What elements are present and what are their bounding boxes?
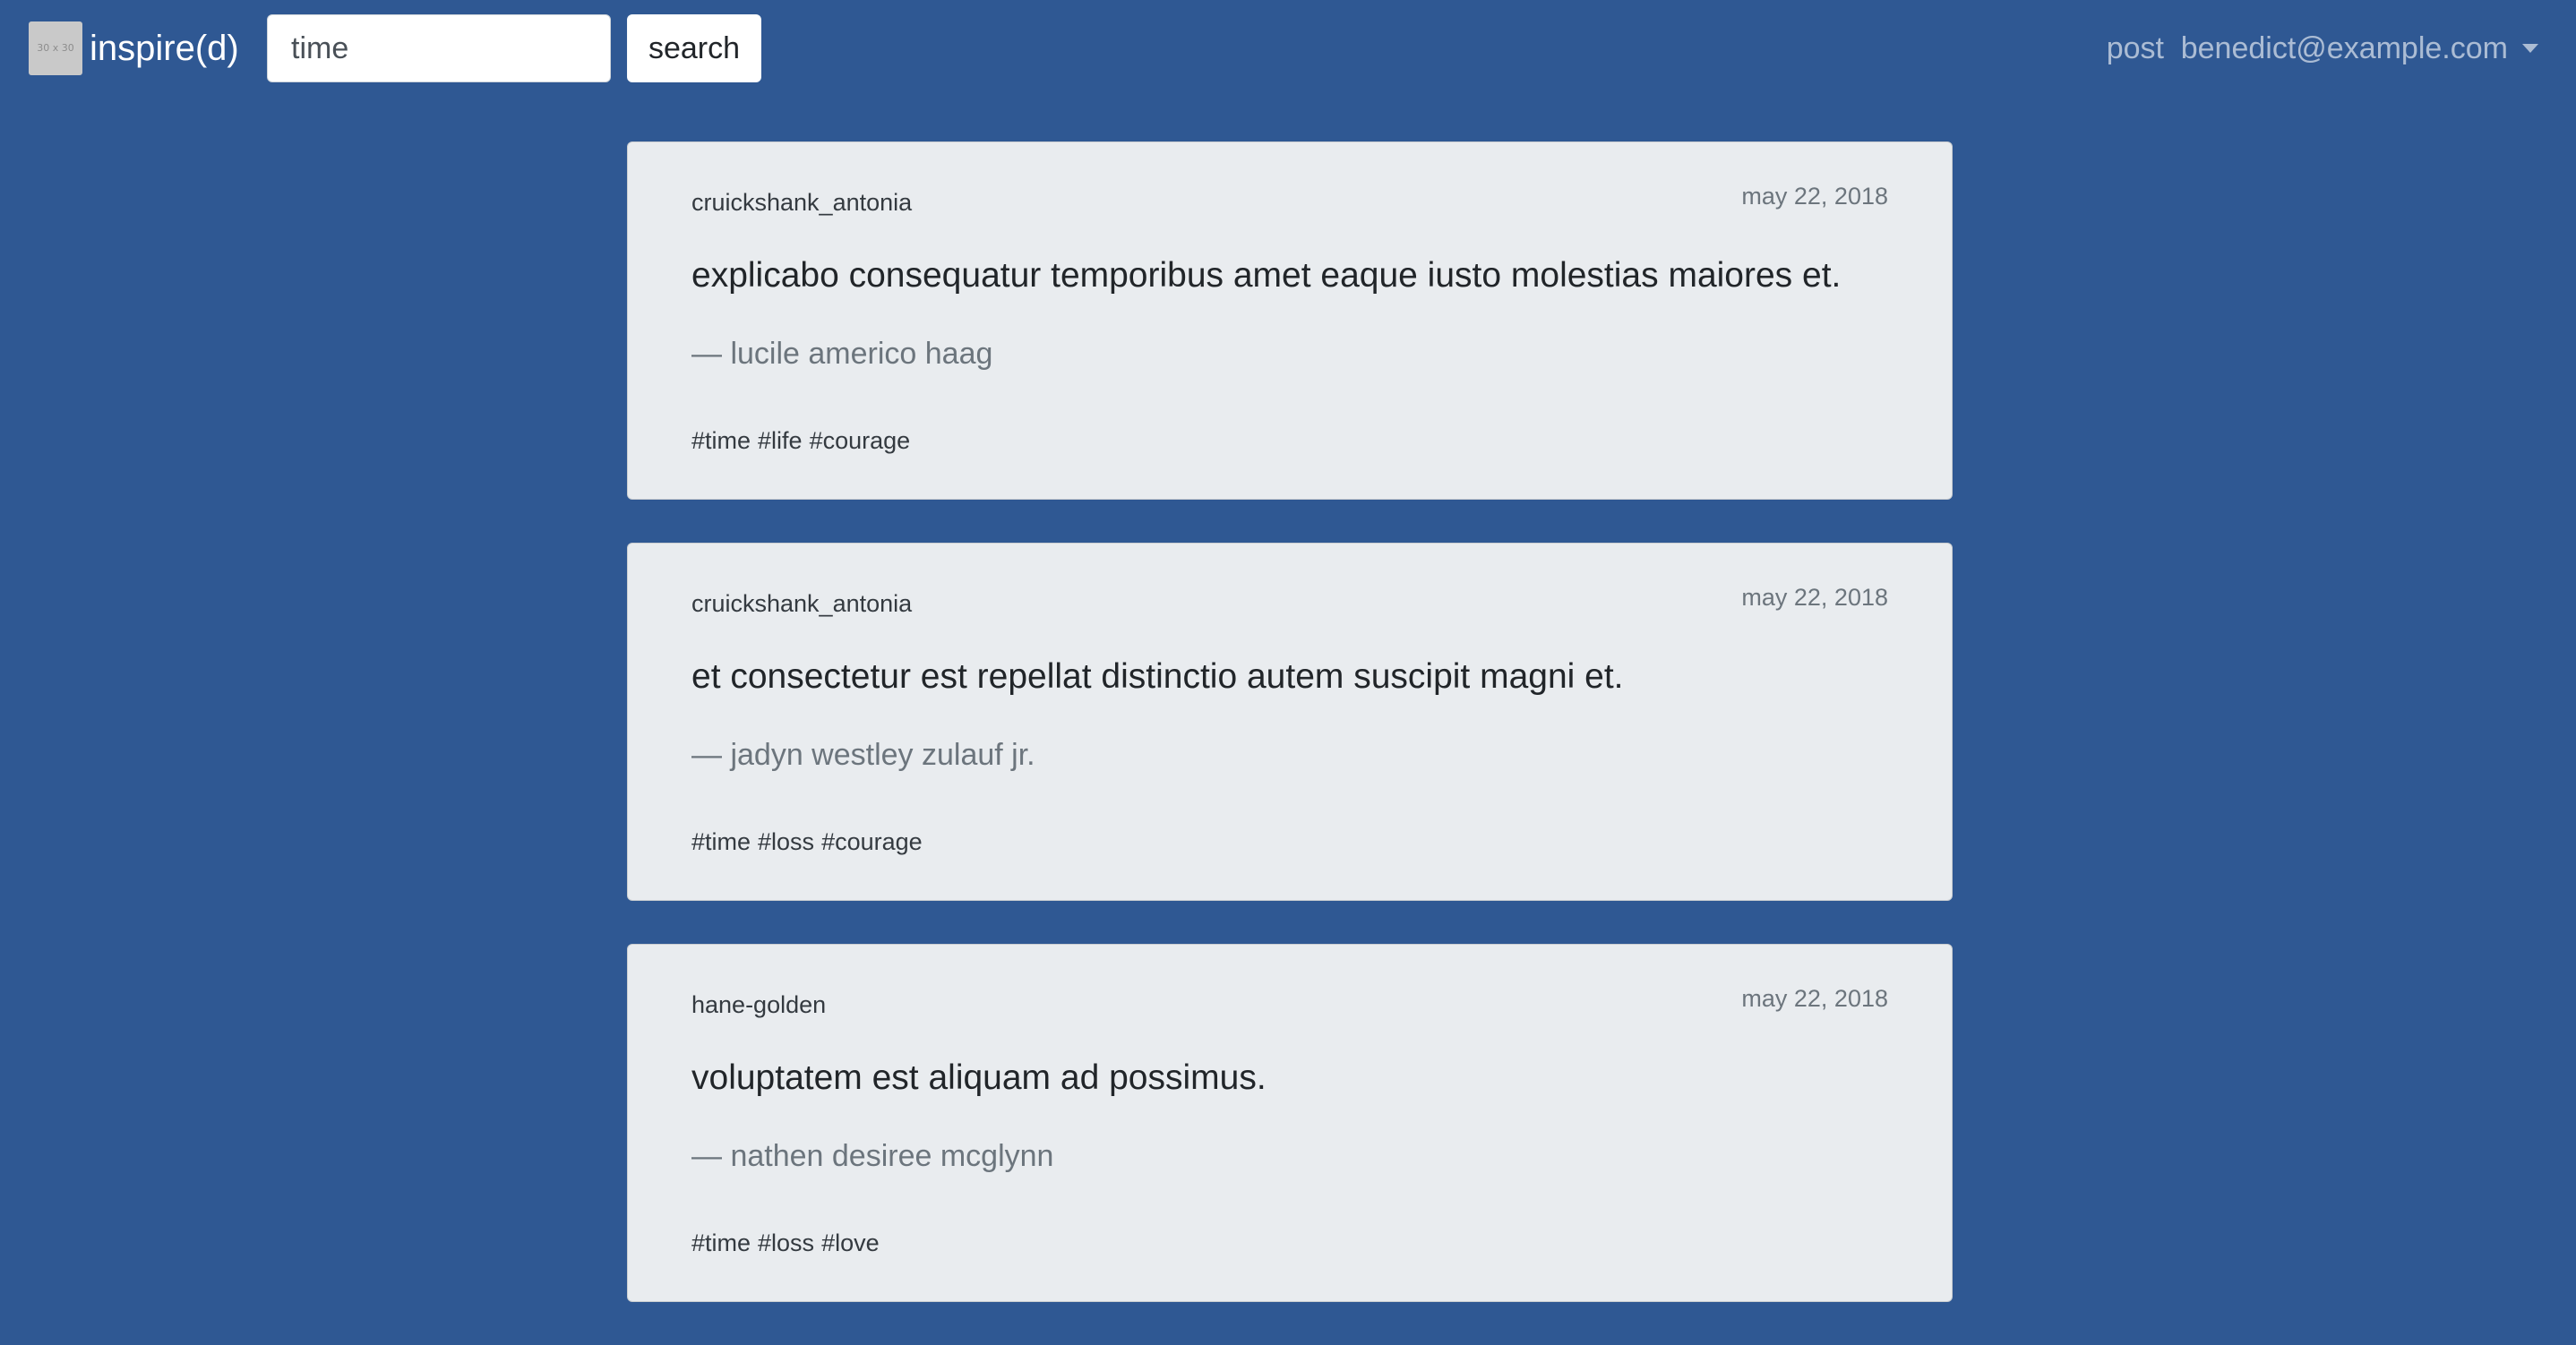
tag-list: #time #loss #love: [691, 1229, 887, 1257]
post-date: may 22, 2018: [1741, 985, 1888, 1012]
quote-author: — nathen desiree mcglynn: [691, 1139, 1054, 1173]
search-input[interactable]: [267, 14, 611, 82]
tag-list: #time #loss #courage: [691, 828, 930, 856]
quote-author: — lucile americo haag: [691, 337, 993, 371]
tag-link[interactable]: #love: [821, 1229, 880, 1256]
tag-link[interactable]: #time: [691, 427, 751, 454]
quote-card: cruickshank_antonia may 22, 2018 explica…: [627, 141, 1953, 500]
tag-link[interactable]: #loss: [758, 828, 814, 855]
quote-card: cruickshank_antonia may 22, 2018 et cons…: [627, 543, 1953, 901]
quote-feed: cruickshank_antonia may 22, 2018 explica…: [627, 141, 1953, 1345]
tag-link[interactable]: #loss: [758, 1229, 814, 1256]
quote-author: — jadyn westley zulauf jr.: [691, 738, 1035, 772]
chevron-down-icon: [2522, 44, 2538, 53]
tag-list: #time #life #courage: [691, 427, 917, 455]
quote-text: voluptatem est aliquam ad possimus.: [691, 1058, 1267, 1097]
tag-link[interactable]: #courage: [821, 828, 923, 855]
logo-placeholder-text: 30 x 30: [37, 42, 74, 54]
tag-link[interactable]: #time: [691, 828, 751, 855]
search-button[interactable]: search: [627, 14, 761, 82]
user-menu-dropdown[interactable]: benedict@example.com: [2181, 27, 2538, 70]
tag-link[interactable]: #time: [691, 1229, 751, 1256]
post-date: may 22, 2018: [1741, 183, 1888, 210]
tag-link[interactable]: #life: [758, 427, 803, 454]
quote-text: et consectetur est repellat distinctio a…: [691, 657, 1624, 696]
post-date: may 22, 2018: [1741, 584, 1888, 611]
brand-logo-image[interactable]: 30 x 30: [29, 21, 82, 75]
quote-text: explicabo consequatur temporibus amet ea…: [691, 256, 1842, 295]
top-navbar: 30 x 30 inspire(d) search post benedict@…: [0, 0, 2576, 97]
post-username[interactable]: hane-golden: [691, 991, 826, 1019]
user-email: benedict@example.com: [2180, 31, 2508, 65]
tag-link[interactable]: #courage: [810, 427, 911, 454]
brand-name[interactable]: inspire(d): [90, 21, 239, 75]
post-username[interactable]: cruickshank_antonia: [691, 590, 912, 618]
quote-card: hane-golden may 22, 2018 voluptatem est …: [627, 944, 1953, 1302]
post-username[interactable]: cruickshank_antonia: [691, 189, 912, 217]
nav-post-link[interactable]: post: [2107, 27, 2164, 70]
